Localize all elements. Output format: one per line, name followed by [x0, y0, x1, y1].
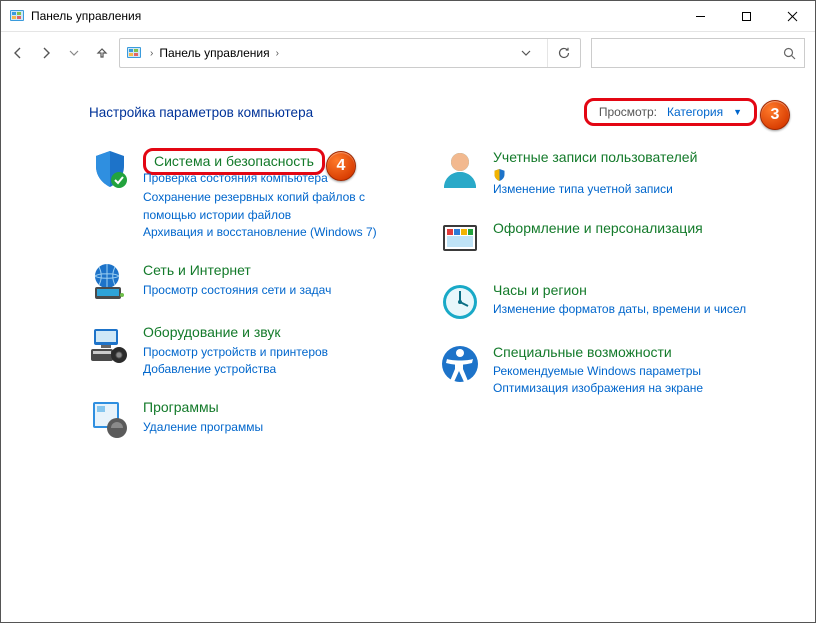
user-icon [439, 148, 481, 190]
programs-icon [89, 398, 131, 440]
category-clock: Часы и регион Изменение форматов даты, в… [439, 281, 757, 323]
category-accounts: Учетные записи пользователей Изменение т… [439, 148, 757, 199]
category-sublink[interactable]: Оптимизация изображения на экране [493, 380, 757, 397]
category-title[interactable]: Сеть и Интернет [143, 261, 407, 279]
address-dropdown[interactable] [521, 48, 547, 58]
up-button[interactable] [95, 46, 109, 60]
breadcrumb-icon [126, 45, 142, 61]
category-sublink[interactable]: Проверка состояния компьютера [143, 171, 407, 185]
category-columns: Система и безопасность 4 Проверка состоя… [89, 148, 757, 440]
back-button[interactable] [11, 46, 25, 60]
breadcrumb-chevron[interactable]: › [148, 48, 155, 59]
category-sublink[interactable]: Сохранение резервных копий файлов с помо… [143, 189, 407, 224]
toolbar: › Панель управления › [1, 32, 815, 74]
category-title[interactable]: Система и безопасность [154, 152, 314, 170]
personalization-icon [439, 219, 481, 261]
maximize-button[interactable] [723, 1, 769, 31]
category-appearance: Оформление и персонализация [439, 219, 757, 261]
category-title[interactable]: Оформление и персонализация [493, 219, 757, 237]
content-area: Настройка параметров компьютера Просмотр… [1, 74, 815, 450]
left-column: Система и безопасность 4 Проверка состоя… [89, 148, 407, 440]
category-sublink[interactable]: Рекомендуемые Windows параметры [493, 363, 757, 380]
category-title[interactable]: Часы и регион [493, 281, 757, 299]
clock-icon [439, 281, 481, 323]
category-sublink[interactable]: Просмотр состояния сети и задач [143, 282, 407, 299]
nav-arrows [11, 46, 109, 60]
search-input[interactable] [591, 38, 805, 68]
search-icon [783, 47, 796, 60]
address-bar[interactable]: › Панель управления › [119, 38, 581, 68]
breadcrumb-chevron[interactable]: › [274, 48, 281, 59]
forward-button[interactable] [39, 46, 53, 60]
accessibility-icon [439, 343, 481, 385]
view-label: Просмотр: [599, 105, 657, 119]
category-title[interactable]: Программы [143, 398, 407, 416]
content-header-row: Настройка параметров компьютера Просмотр… [89, 98, 757, 126]
refresh-button[interactable] [547, 39, 580, 67]
category-title[interactable]: Оборудование и звук [143, 323, 407, 341]
uac-shield-icon [493, 168, 506, 181]
titlebar: Панель управления [1, 1, 815, 32]
category-title[interactable]: Специальные возможности [493, 343, 757, 361]
category-network: Сеть и Интернет Просмотр состояния сети … [89, 261, 407, 303]
annotation-badge-3: 3 [760, 100, 790, 130]
category-sublink[interactable]: Архивация и восстановление (Windows 7) [143, 224, 407, 241]
category-accessibility: Специальные возможности Рекомендуемые Wi… [439, 343, 757, 398]
printer-icon [89, 323, 131, 365]
close-button[interactable] [769, 1, 815, 31]
window-title: Панель управления [31, 9, 141, 23]
category-programs: Программы Удаление программы [89, 398, 407, 440]
category-sublink[interactable]: Просмотр устройств и принтеров [143, 344, 407, 361]
recent-dropdown[interactable] [67, 46, 81, 60]
globe-icon [89, 261, 131, 303]
right-column: Учетные записи пользователей Изменение т… [439, 148, 757, 440]
window-controls [677, 1, 815, 31]
dropdown-triangle-icon: ▼ [733, 107, 742, 117]
shield-icon [89, 148, 131, 190]
control-panel-window: Панель управления › Панель управления › [0, 0, 816, 623]
view-selector[interactable]: Просмотр: Категория ▼ 3 [584, 98, 757, 126]
minimize-button[interactable] [677, 1, 723, 31]
category-sublink[interactable]: Изменение форматов даты, времени и чисел [493, 301, 757, 318]
control-panel-icon [9, 8, 25, 24]
category-system-security: Система и безопасность 4 Проверка состоя… [89, 148, 407, 241]
category-title[interactable]: Учетные записи пользователей [493, 148, 757, 166]
breadcrumb-root[interactable]: Панель управления [155, 46, 273, 60]
category-sublink[interactable]: Добавление устройства [143, 361, 407, 378]
view-value: Категория [667, 105, 723, 119]
category-hardware: Оборудование и звук Просмотр устройств и… [89, 323, 407, 378]
category-sublink[interactable]: Удаление программы [143, 419, 407, 436]
category-sublink[interactable]: Изменение типа учетной записи [493, 168, 757, 198]
page-heading: Настройка параметров компьютера [89, 105, 584, 120]
